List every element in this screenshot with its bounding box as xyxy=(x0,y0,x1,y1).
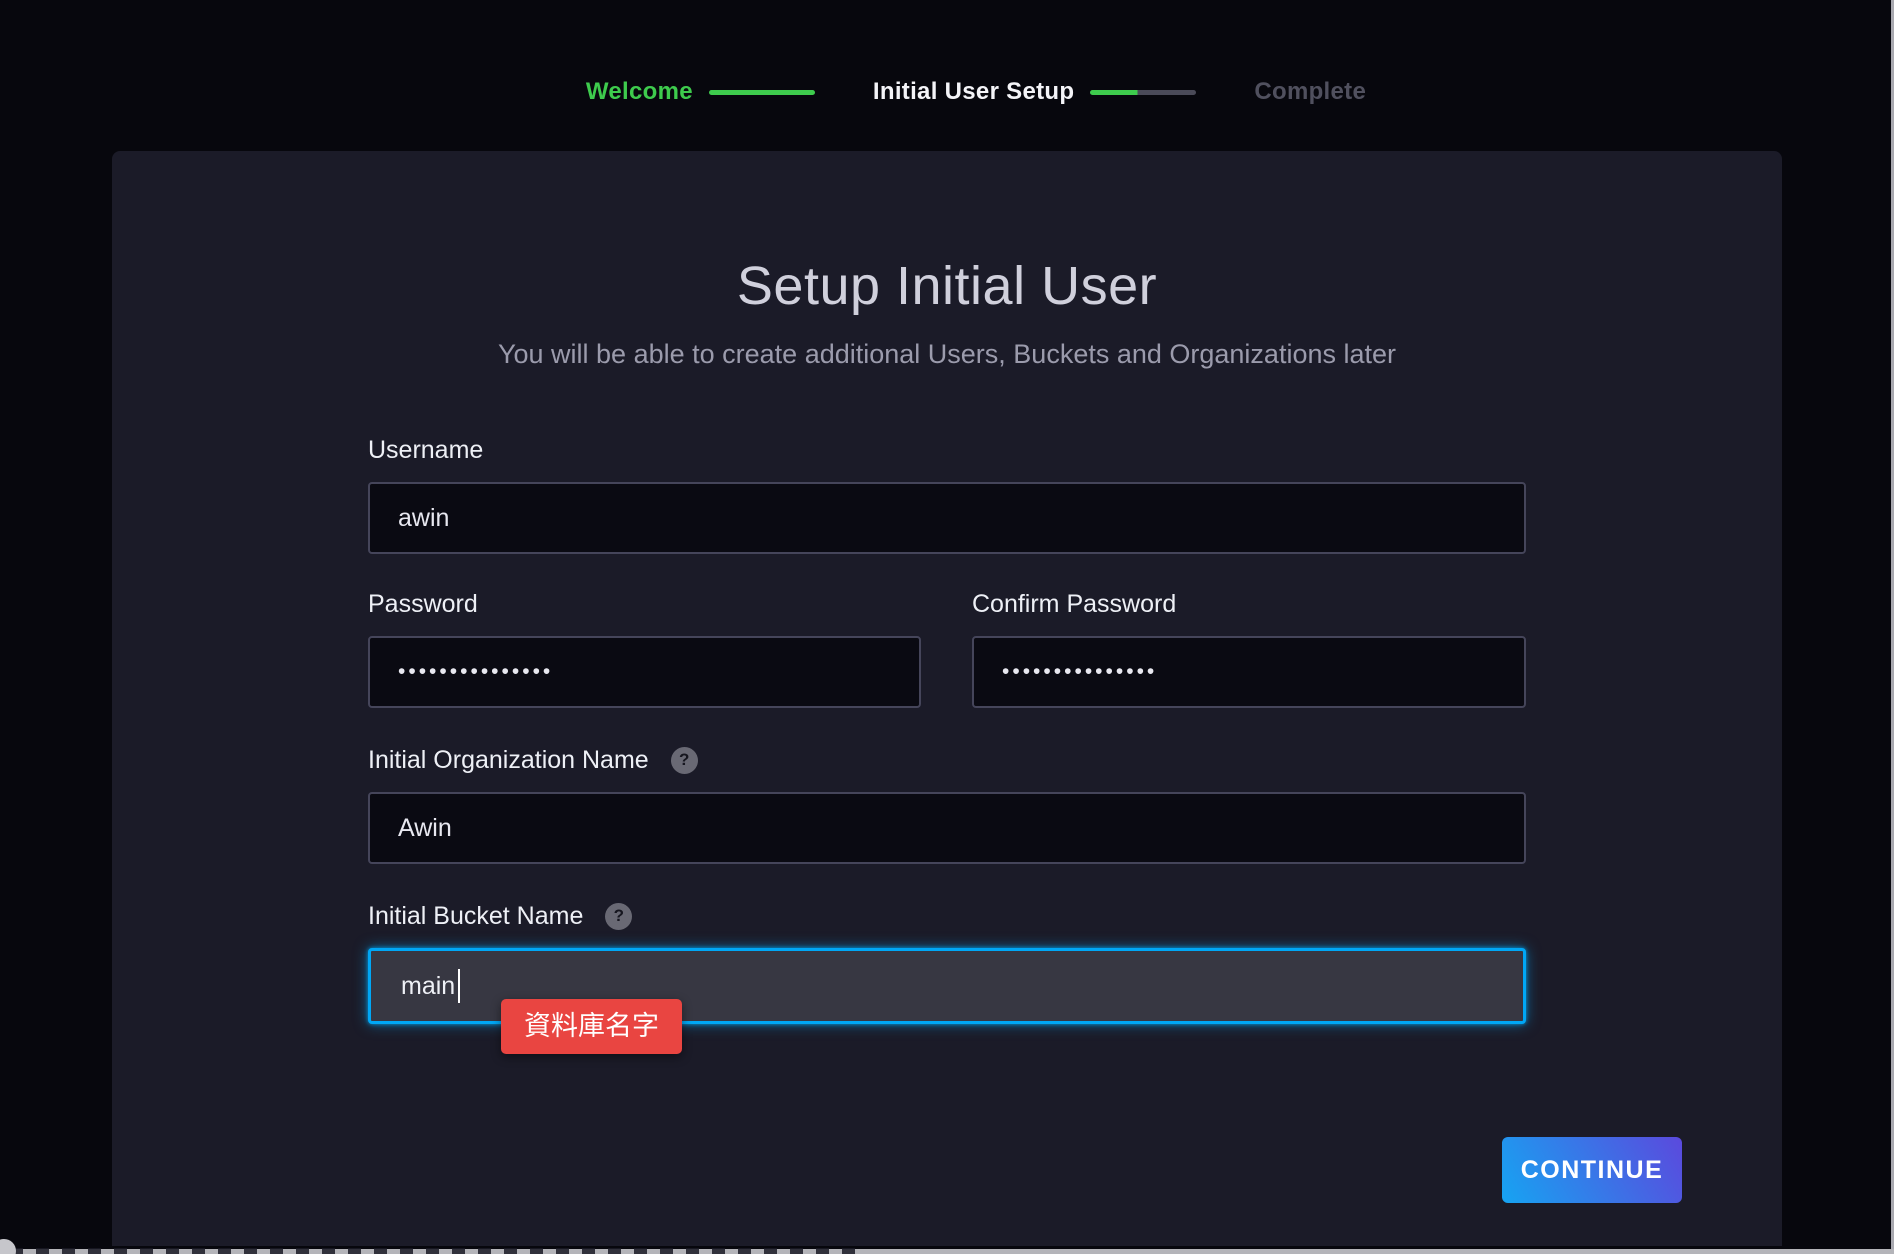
username-label: Username xyxy=(368,434,1526,466)
step-progress-line-initial-user-setup xyxy=(1090,90,1196,95)
page-title: Setup Initial User xyxy=(112,255,1782,317)
bucket-name-field-group: Initial Bucket Name ? main 資料庫名字 xyxy=(368,900,1526,1024)
continue-button[interactable]: CONTINUE xyxy=(1502,1137,1682,1203)
username-field-group: Username xyxy=(368,434,1526,554)
password-label: Password xyxy=(368,588,921,620)
setup-card: Setup Initial User You will be able to c… xyxy=(112,151,1782,1246)
password-row: Password Confirm Password xyxy=(368,588,1526,708)
org-name-help-icon[interactable]: ? xyxy=(671,747,698,774)
bucket-name-tooltip: 資料庫名字 xyxy=(501,999,682,1054)
text-cursor xyxy=(458,969,460,1003)
bucket-name-value: main xyxy=(401,972,455,1001)
step-welcome[interactable]: Welcome xyxy=(586,72,693,112)
page-subtitle: You will be able to create additional Us… xyxy=(112,339,1782,370)
username-input[interactable] xyxy=(368,482,1526,554)
confirm-password-label: Confirm Password xyxy=(972,588,1526,620)
bucket-name-input[interactable]: main 資料庫名字 xyxy=(368,948,1526,1024)
step-initial-user-setup[interactable]: Initial User Setup xyxy=(873,72,1074,112)
bottom-cutoff-text-fragments xyxy=(10,1248,860,1254)
bucket-name-label-text: Initial Bucket Name xyxy=(368,900,583,932)
bucket-name-label: Initial Bucket Name ? xyxy=(368,900,1526,932)
bucket-name-help-icon[interactable]: ? xyxy=(605,903,632,930)
bottom-left-corner-dot xyxy=(0,1239,16,1254)
step-progress-line-welcome xyxy=(709,90,815,95)
confirm-password-field-group: Confirm Password xyxy=(972,588,1526,708)
onboarding-stepper: Welcome Initial User Setup Complete xyxy=(0,72,1894,112)
step-complete[interactable]: Complete xyxy=(1254,72,1366,112)
password-field-group: Password xyxy=(368,588,921,708)
password-input[interactable] xyxy=(368,636,921,708)
confirm-password-input[interactable] xyxy=(972,636,1526,708)
org-name-label-text: Initial Organization Name xyxy=(368,744,649,776)
org-name-label: Initial Organization Name ? xyxy=(368,744,1526,776)
org-name-field-group: Initial Organization Name ? xyxy=(368,744,1526,864)
org-name-input[interactable] xyxy=(368,792,1526,864)
initial-user-form: Username Password Confirm Password Initi… xyxy=(368,434,1526,1024)
